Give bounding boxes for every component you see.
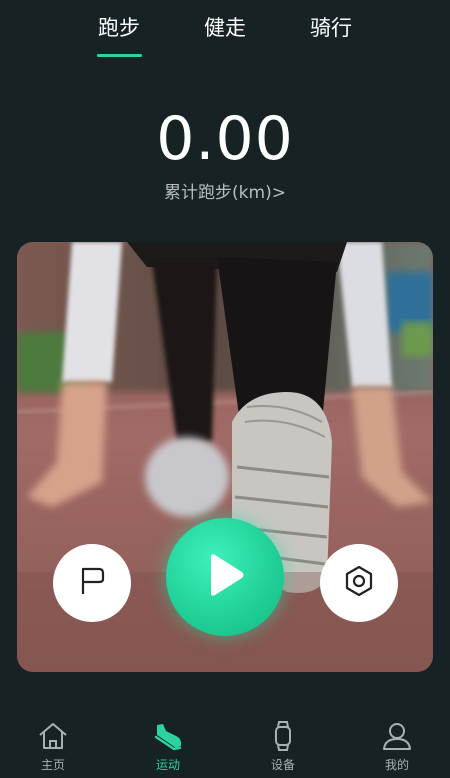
nav-device[interactable]: 设备 [243, 720, 323, 773]
tab-walking[interactable]: 健走 [180, 12, 270, 42]
user-icon [357, 720, 437, 752]
run-settings-button[interactable] [320, 544, 398, 622]
start-run-button[interactable] [166, 518, 284, 636]
nav-home-label: 主页 [40, 758, 65, 772]
tab-cycling[interactable]: 骑行 [286, 12, 376, 42]
total-distance-value: 0.00 [156, 104, 294, 174]
sport-type-tabs: 跑步 健走 骑行 [0, 0, 450, 64]
flag-button[interactable] [53, 544, 131, 622]
watch-icon [243, 720, 323, 752]
nav-profile-label: 我的 [384, 758, 409, 772]
active-tab-indicator [97, 54, 142, 57]
nav-sport-label: 运动 [155, 758, 180, 772]
flag-icon [77, 565, 107, 601]
nav-profile[interactable]: 我的 [357, 720, 437, 773]
total-distance-link[interactable]: 累计跑步(km)> [0, 178, 450, 203]
hexagon-settings-icon [342, 564, 376, 602]
nav-home[interactable]: 主页 [13, 720, 93, 773]
home-icon [13, 720, 93, 752]
nav-device-label: 设备 [270, 758, 295, 772]
nav-sport[interactable]: 运动 [128, 720, 208, 773]
shoe-icon [128, 720, 208, 752]
bottom-navigation: 主页 运动 设备 我的 [0, 712, 450, 778]
play-icon [203, 551, 247, 603]
tab-running[interactable]: 跑步 [74, 12, 164, 42]
